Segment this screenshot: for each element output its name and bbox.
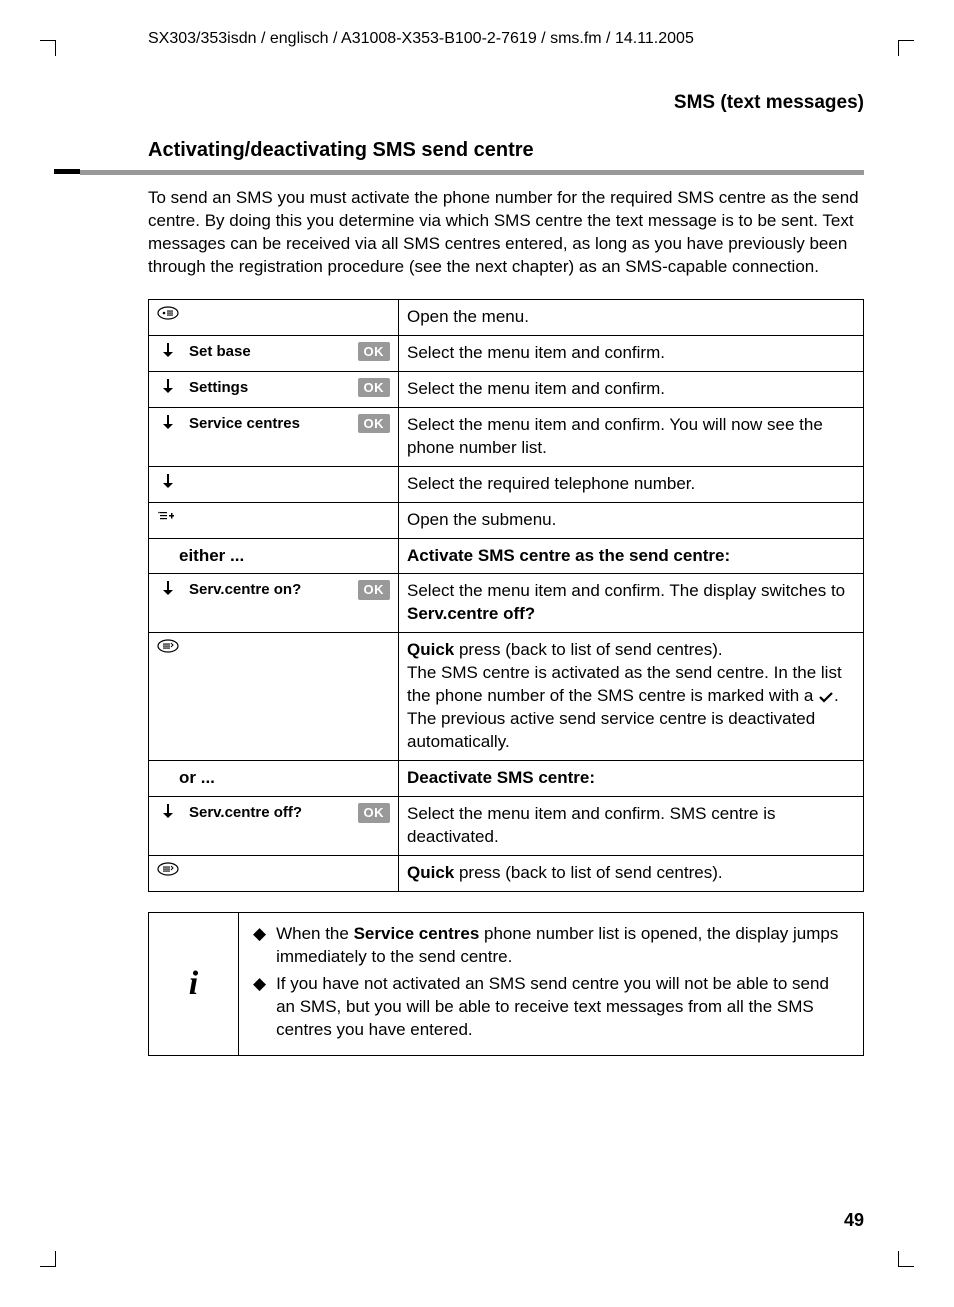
table-row: Quick press (back to list of send centre…	[149, 855, 864, 891]
diamond-bullet-icon: ◆	[253, 923, 266, 969]
table-row: Quick press (back to list of send centre…	[149, 633, 864, 761]
crop-mark	[898, 1251, 899, 1267]
subheading: Activating/deactivating SMS send centre	[80, 137, 864, 170]
procedure-table: Open the menu. Set base OK Select the me…	[148, 299, 864, 892]
step-description: Open the menu.	[399, 299, 864, 335]
table-row: Open the submenu.	[149, 502, 864, 538]
subsection-heading: Activate SMS centre as the send centre:	[399, 538, 864, 574]
or-label: or ...	[157, 767, 390, 790]
down-arrow-icon	[157, 580, 179, 596]
table-row: Open the menu.	[149, 299, 864, 335]
table-row: Serv.centre on? OK Select the menu item …	[149, 574, 864, 633]
page-number: 49	[844, 1208, 864, 1232]
subsection-heading: Deactivate SMS centre:	[399, 761, 864, 797]
down-arrow-icon	[157, 414, 179, 430]
info-icon: i	[149, 913, 239, 1056]
crop-mark	[40, 1266, 56, 1267]
crop-mark	[40, 40, 56, 41]
ok-badge: OK	[358, 414, 391, 434]
step-description: Select the required telephone number.	[399, 466, 864, 502]
submenu-icon	[157, 509, 179, 523]
table-row: Service centres OK Select the menu item …	[149, 407, 864, 466]
menu-item-label: Set base	[189, 342, 348, 362]
either-label: either ...	[157, 545, 390, 568]
table-row: Serv.centre off? OK Select the menu item…	[149, 796, 864, 855]
section-title: SMS (text messages)	[80, 90, 864, 116]
crop-mark	[898, 40, 899, 56]
down-arrow-icon	[157, 378, 179, 394]
menu-item-label: Serv.centre on?	[189, 580, 348, 600]
table-row: Select the required telephone number.	[149, 466, 864, 502]
margin-marker	[54, 169, 80, 174]
info-bullet: ◆ If you have not activated an SMS send …	[253, 973, 849, 1042]
list-oval-icon	[157, 639, 179, 653]
ok-badge: OK	[358, 803, 391, 823]
step-description: Select the menu item and confirm. The di…	[399, 574, 864, 633]
step-description: Select the menu item and confirm. You wi…	[399, 407, 864, 466]
down-arrow-icon	[157, 803, 179, 819]
diamond-bullet-icon: ◆	[253, 973, 266, 1042]
check-icon	[818, 691, 834, 703]
down-arrow-icon	[157, 342, 179, 358]
list-oval-icon	[157, 862, 179, 876]
table-row: Set base OK Select the menu item and con…	[149, 335, 864, 371]
menu-item-label: Settings	[189, 378, 348, 398]
menu-oval-icon	[157, 306, 179, 320]
down-arrow-icon	[157, 473, 179, 489]
menu-item-label: Serv.centre off?	[189, 803, 348, 823]
step-description: Quick press (back to list of send centre…	[399, 855, 864, 891]
info-box: i ◆ When the Service centres phone numbe…	[148, 912, 864, 1057]
info-bullet: ◆ When the Service centres phone number …	[253, 923, 849, 969]
ok-badge: OK	[358, 342, 391, 362]
crop-mark	[898, 40, 914, 41]
table-row: Settings OK Select the menu item and con…	[149, 371, 864, 407]
heading-rule	[80, 170, 864, 175]
intro-paragraph: To send an SMS you must activate the pho…	[80, 187, 864, 279]
step-description: Select the menu item and confirm.	[399, 335, 864, 371]
step-description: Open the submenu.	[399, 502, 864, 538]
header-path: SX303/353isdn / englisch / A31008-X353-B…	[80, 28, 864, 50]
step-description: Select the menu item and confirm.	[399, 371, 864, 407]
table-row: or ... Deactivate SMS centre:	[149, 761, 864, 797]
crop-mark	[55, 40, 56, 56]
step-description: Select the menu item and confirm. SMS ce…	[399, 796, 864, 855]
crop-mark	[55, 1251, 56, 1267]
ok-badge: OK	[358, 378, 391, 398]
crop-mark	[898, 1266, 914, 1267]
step-description: Quick press (back to list of send centre…	[399, 633, 864, 761]
ok-badge: OK	[358, 580, 391, 600]
table-row: either ... Activate SMS centre as the se…	[149, 538, 864, 574]
menu-item-label: Service centres	[189, 414, 348, 434]
